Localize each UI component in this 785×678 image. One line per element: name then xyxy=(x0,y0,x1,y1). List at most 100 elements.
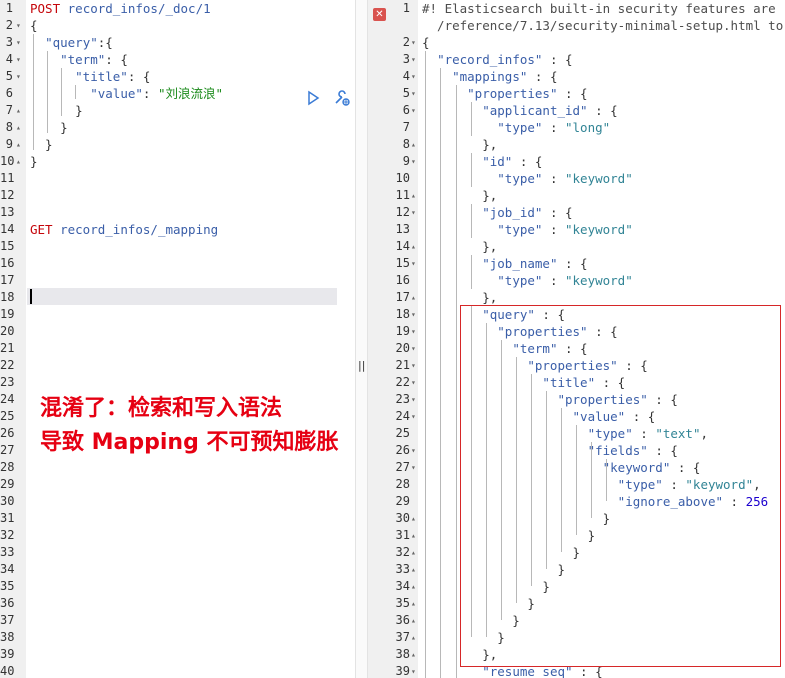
fold-open-icon[interactable]: ▾ xyxy=(16,68,21,85)
line-number: 34 xyxy=(0,562,15,576)
fold-open-icon[interactable]: ▾ xyxy=(16,17,21,34)
fold-open-icon[interactable]: ▾ xyxy=(411,391,416,408)
request-editor[interactable]: 1 POST record_infos/_doc/1 2 ▾{3 ▾ "query":{… xyxy=(0,0,355,678)
line-number: 23 xyxy=(0,375,15,389)
line-number: 32 xyxy=(395,545,410,559)
fold-close-icon[interactable]: ▴ xyxy=(411,612,416,629)
fold-close-icon[interactable]: ▴ xyxy=(411,561,416,578)
fold-open-icon[interactable]: ▾ xyxy=(16,34,21,51)
request-line: 3 ▾ "query":{ xyxy=(0,34,355,51)
fold-open-icon[interactable]: ▾ xyxy=(411,442,416,459)
indent-guide xyxy=(516,357,517,603)
fold-close-icon[interactable]: ▴ xyxy=(411,527,416,544)
fold-open-icon[interactable]: ▾ xyxy=(411,357,416,374)
response-line: 19 ▾ "properties" : { xyxy=(368,323,785,340)
line-number: 6 xyxy=(402,103,410,117)
fold-close-icon[interactable]: ▴ xyxy=(16,119,21,136)
code-token: }, xyxy=(422,137,498,152)
response-line: /reference/7.13/security-minimal-setup.h… xyxy=(368,17,785,34)
code-text: "fields" : { xyxy=(422,442,678,459)
response-line: 20 ▾ "term" : { xyxy=(368,340,785,357)
code-token: :{ xyxy=(97,35,113,50)
line-number: 2 xyxy=(402,35,410,49)
fold-close-icon[interactable]: ▴ xyxy=(16,153,21,170)
code-token: }, xyxy=(422,647,498,662)
line-number: 4 xyxy=(5,52,13,66)
code-text: "type" : "long" xyxy=(422,119,610,136)
code-token: "keyword" xyxy=(565,171,633,186)
fold-close-icon[interactable]: ▴ xyxy=(411,646,416,663)
indent-guide xyxy=(75,85,76,99)
response-line: 4 ▾ "mappings" : { xyxy=(368,68,785,85)
response-viewer[interactable]: ✕ 1 #! Elasticsearch built-in security fe… xyxy=(368,0,785,678)
fold-open-icon[interactable]: ▾ xyxy=(411,255,416,272)
code-token: : xyxy=(142,86,158,101)
line-number: 27 xyxy=(0,443,15,457)
request-line: 30 xyxy=(0,493,355,510)
code-token: }, xyxy=(422,290,498,305)
fold-open-icon[interactable]: ▾ xyxy=(16,51,21,68)
code-text: }, xyxy=(422,646,497,663)
fold-close-icon[interactable]: ▴ xyxy=(411,629,416,646)
code-token: } xyxy=(30,120,68,135)
request-line: 13 xyxy=(0,204,355,221)
line-number: 17 xyxy=(0,273,15,287)
code-token: : { xyxy=(595,375,626,390)
fold-open-icon[interactable]: ▾ xyxy=(411,153,416,170)
code-text: "value": "刘浪流浪" xyxy=(30,85,223,102)
response-line: 6 ▾ "applicant_id" : { xyxy=(368,102,785,119)
response-line: 7 "type" : "long" xyxy=(368,119,785,136)
line-number: 29 xyxy=(0,477,15,491)
fold-close-icon[interactable]: ▴ xyxy=(411,595,416,612)
fold-open-icon[interactable]: ▾ xyxy=(411,374,416,391)
annotation-line-2: 导致 Mapping 不可预知膨胀 xyxy=(40,430,339,455)
fold-close-icon[interactable]: ▴ xyxy=(411,578,416,595)
code-token: } xyxy=(422,596,535,611)
code-token: : { xyxy=(105,52,128,67)
response-line: 21 ▾ "properties" : { xyxy=(368,357,785,374)
fold-open-icon[interactable]: ▾ xyxy=(411,340,416,357)
fold-open-icon[interactable]: ▾ xyxy=(411,51,416,68)
code-token: "job_name" xyxy=(482,256,558,271)
fold-open-icon[interactable]: ▾ xyxy=(411,459,416,476)
line-number: 13 xyxy=(395,222,410,236)
line-number: 5 xyxy=(5,69,13,83)
code-text: "job_name" : { xyxy=(422,255,587,272)
fold-close-icon[interactable]: ▴ xyxy=(411,238,416,255)
code-token: "type" xyxy=(497,120,543,135)
fold-open-icon[interactable]: ▾ xyxy=(411,408,416,425)
code-text: "title": { xyxy=(30,68,150,85)
fold-open-icon[interactable]: ▾ xyxy=(411,102,416,119)
fold-close-icon[interactable]: ▴ xyxy=(411,136,416,153)
fold-close-icon[interactable]: ▴ xyxy=(411,510,416,527)
line-number: 33 xyxy=(0,545,15,559)
wrench-icon[interactable] xyxy=(333,90,350,106)
fold-close-icon[interactable]: ▴ xyxy=(16,136,21,153)
play-icon[interactable] xyxy=(305,90,321,106)
fold-open-icon[interactable]: ▾ xyxy=(411,204,416,221)
code-token: "type" xyxy=(497,222,543,237)
line-number: 9 xyxy=(5,137,13,151)
pane-resize-handle[interactable]: || xyxy=(355,0,368,678)
fold-open-icon[interactable]: ▾ xyxy=(411,68,416,85)
fold-open-icon[interactable]: ▾ xyxy=(411,663,416,678)
fold-close-icon[interactable]: ▴ xyxy=(411,544,416,561)
fold-open-icon[interactable]: ▾ xyxy=(411,85,416,102)
code-token: : { xyxy=(557,341,588,356)
code-text: } xyxy=(422,561,565,578)
fold-open-icon[interactable]: ▾ xyxy=(411,323,416,340)
fold-open-icon[interactable]: ▾ xyxy=(411,306,416,323)
fold-close-icon[interactable]: ▴ xyxy=(411,187,416,204)
request-line: 8 ▴ } xyxy=(0,119,355,136)
fold-close-icon[interactable]: ▴ xyxy=(16,102,21,119)
fold-close-icon[interactable]: ▴ xyxy=(411,289,416,306)
line-number: 32 xyxy=(0,528,15,542)
line-number: 18 xyxy=(395,307,410,321)
code-text: }, xyxy=(422,238,497,255)
fold-open-icon[interactable]: ▾ xyxy=(411,34,416,51)
line-number: 20 xyxy=(395,341,410,355)
response-line: 36 ▴ } xyxy=(368,612,785,629)
indent-guide xyxy=(576,425,577,535)
